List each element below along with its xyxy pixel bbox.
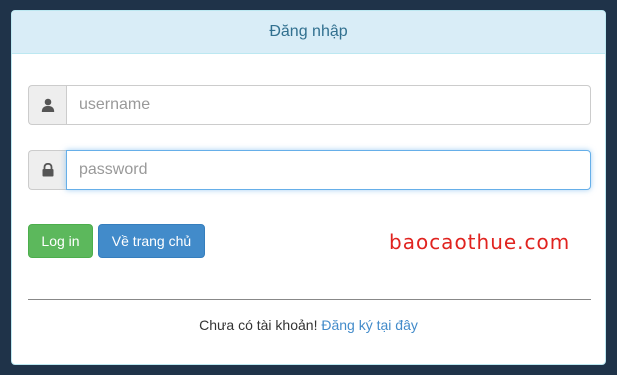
footer: Chưa có tài khoản! Đăng ký tại đây: [12, 317, 605, 333]
watermark-text: baocaothue.com: [389, 230, 571, 254]
home-button[interactable]: Về trang chủ: [98, 224, 205, 258]
panel-title: Đăng nhập: [269, 23, 348, 40]
register-link[interactable]: Đăng ký tại đây: [321, 317, 418, 333]
no-account-text: Chưa có tài khoản!: [199, 317, 318, 333]
login-panel: Đăng nhập Log in Về trang chủ baocaothue…: [11, 10, 606, 365]
username-input[interactable]: [66, 85, 591, 125]
lock-icon: [28, 150, 66, 190]
password-input[interactable]: [66, 150, 591, 190]
user-icon: [28, 85, 66, 125]
username-group: [28, 85, 591, 125]
login-button[interactable]: Log in: [28, 224, 93, 258]
divider: [28, 299, 591, 300]
panel-heading: Đăng nhập: [12, 11, 605, 54]
password-group: [28, 150, 591, 190]
